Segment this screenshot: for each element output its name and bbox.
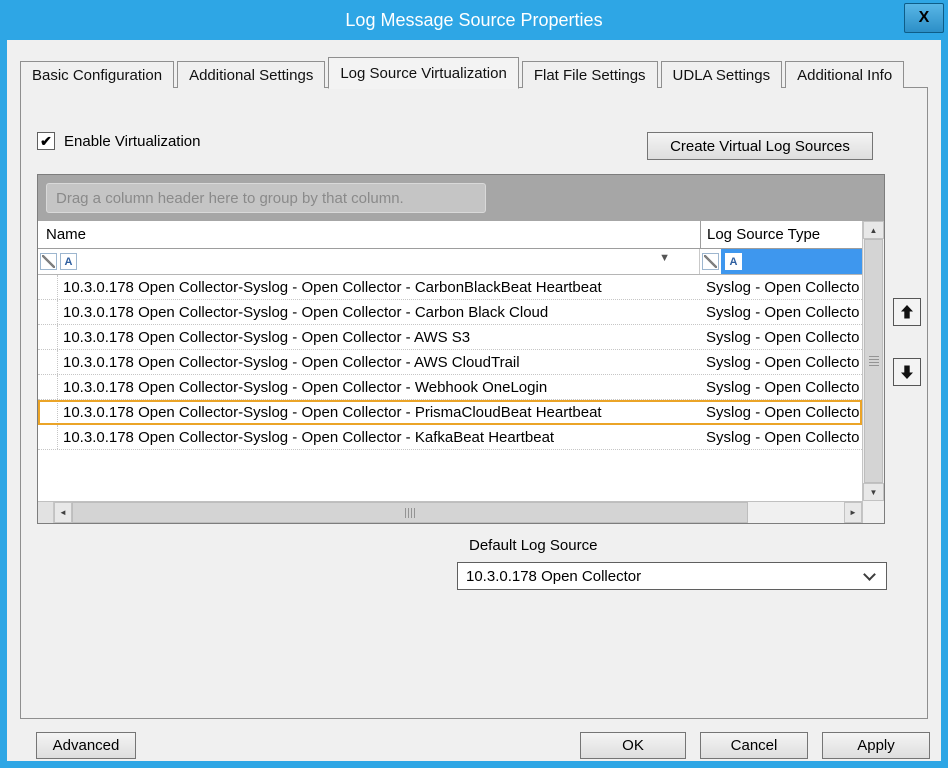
tab-udla-settings[interactable]: UDLA Settings — [661, 61, 783, 88]
horizontal-scroll-track[interactable] — [748, 502, 844, 523]
move-up-arrow-icon — [899, 304, 915, 320]
dialog-body: Basic ConfigurationAdditional SettingsLo… — [7, 40, 941, 761]
default-log-source-value: 10.3.0.178 Open Collector — [466, 568, 641, 585]
filter-edit-icon[interactable] — [40, 253, 57, 270]
horizontal-scrollbar[interactable]: ◄ ► — [38, 501, 862, 523]
filter-dropdown-icon[interactable]: ▼ — [659, 253, 670, 264]
cell-log-source-name: 10.3.0.178 Open Collector-Syslog - Open … — [58, 425, 700, 449]
type-filter-cell[interactable]: A — [700, 249, 862, 274]
tab-flat-file-settings[interactable]: Flat File Settings — [522, 61, 658, 88]
tab-basic-configuration[interactable]: Basic Configuration — [20, 61, 174, 88]
title-bar: Log Message Source Properties — [0, 0, 948, 40]
row-selector[interactable] — [38, 375, 58, 399]
tab-log-source-virtualization[interactable]: Log Source Virtualization — [328, 57, 519, 89]
cell-log-source-type: Syslog - Open Collector — [700, 350, 860, 374]
default-log-source-label: Default Log Source — [469, 537, 597, 554]
table-row[interactable]: 10.3.0.178 Open Collector-Syslog - Open … — [38, 275, 862, 300]
cell-log-source-type: Syslog - Open Collector — [700, 275, 860, 299]
apply-button[interactable]: Apply — [822, 732, 930, 759]
group-by-bar[interactable]: Drag a column header here to group by th… — [38, 175, 884, 221]
scrollbar-corner — [863, 501, 884, 523]
table-row[interactable]: 10.3.0.178 Open Collector-Syslog - Open … — [38, 300, 862, 325]
column-header-name[interactable]: Name — [38, 221, 700, 248]
window-title: Log Message Source Properties — [345, 10, 602, 31]
row-selector[interactable] — [38, 425, 58, 449]
cell-log-source-type: Syslog - Open Collector — [700, 300, 860, 324]
enable-virtualization-checkbox[interactable]: ✔ — [37, 132, 55, 150]
table-row[interactable]: 10.3.0.178 Open Collector-Syslog - Open … — [38, 375, 862, 400]
tab-strip: Basic ConfigurationAdditional SettingsLo… — [20, 56, 907, 88]
vertical-scrollbar[interactable]: ▲ ▼ — [862, 221, 884, 523]
grid-empty-area — [38, 450, 862, 501]
cell-log-source-name: 10.3.0.178 Open Collector-Syslog - Open … — [58, 400, 700, 424]
virtual-log-sources-grid: Drag a column header here to group by th… — [37, 174, 885, 524]
enable-virtualization-label: Enable Virtualization — [64, 133, 200, 150]
row-selector[interactable] — [38, 275, 58, 299]
type-filter-selected-cell[interactable]: A — [721, 249, 862, 274]
tab-additional-settings[interactable]: Additional Settings — [177, 61, 325, 88]
ok-button[interactable]: OK — [580, 732, 686, 759]
create-virtual-log-sources-button[interactable]: Create Virtual Log Sources — [647, 132, 873, 160]
group-by-hint: Drag a column header here to group by th… — [46, 183, 486, 213]
cell-log-source-type: Syslog - Open Collector — [700, 400, 860, 424]
table-row[interactable]: 10.3.0.178 Open Collector-Syslog - Open … — [38, 325, 862, 350]
scroll-thumb-grip-icon — [405, 508, 415, 518]
enable-virtualization-row: ✔ Enable Virtualization — [37, 132, 200, 150]
close-button[interactable]: X — [904, 3, 944, 33]
chevron-down-icon — [863, 568, 876, 581]
scroll-left-button[interactable]: ◄ — [54, 502, 72, 523]
grid-content: Name Log Source Type A ▼ — [38, 221, 862, 523]
vertical-scroll-thumb[interactable] — [864, 239, 883, 483]
cell-log-source-name: 10.3.0.178 Open Collector-Syslog - Open … — [58, 275, 700, 299]
cell-log-source-type: Syslog - Open Collector — [700, 425, 860, 449]
column-header-log-source-type[interactable]: Log Source Type — [700, 221, 862, 248]
scroll-up-button[interactable]: ▲ — [863, 221, 884, 239]
scrollbar-corner-box — [38, 502, 54, 523]
grid-header-row: Name Log Source Type — [38, 221, 862, 249]
cell-log-source-type: Syslog - Open Collector — [700, 325, 860, 349]
move-row-down-button[interactable] — [893, 358, 921, 386]
log-message-source-properties-dialog: Log Message Source Properties X Basic Co… — [0, 0, 948, 768]
filter-edit-icon[interactable] — [702, 253, 719, 270]
scroll-right-button[interactable]: ► — [844, 502, 862, 523]
horizontal-scroll-thumb[interactable] — [72, 502, 748, 523]
move-down-arrow-icon — [899, 364, 915, 380]
row-selector[interactable] — [38, 350, 58, 374]
scroll-down-icon: ▼ — [870, 488, 878, 497]
match-case-filter-icon[interactable]: A — [725, 253, 742, 270]
tab-additional-info[interactable]: Additional Info — [785, 61, 904, 88]
scroll-thumb-grip-icon — [869, 356, 879, 366]
table-row[interactable]: 10.3.0.178 Open Collector-Syslog - Open … — [38, 350, 862, 375]
scroll-up-icon: ▲ — [870, 226, 878, 235]
name-filter-cell[interactable]: A ▼ — [38, 249, 700, 274]
advanced-button[interactable]: Advanced — [36, 732, 136, 759]
scroll-down-button[interactable]: ▼ — [863, 483, 884, 501]
grid-filter-row: A ▼ A — [38, 249, 862, 275]
cell-log-source-name: 10.3.0.178 Open Collector-Syslog - Open … — [58, 325, 700, 349]
row-selector[interactable] — [38, 300, 58, 324]
close-icon: X — [919, 9, 930, 27]
cell-log-source-name: 10.3.0.178 Open Collector-Syslog - Open … — [58, 350, 700, 374]
log-source-virtualization-panel: ✔ Enable Virtualization Create Virtual L… — [20, 87, 928, 719]
cell-log-source-type: Syslog - Open Collector — [700, 375, 860, 399]
check-icon: ✔ — [40, 133, 52, 150]
move-row-up-button[interactable] — [893, 298, 921, 326]
cell-log-source-name: 10.3.0.178 Open Collector-Syslog - Open … — [58, 300, 700, 324]
match-case-filter-icon[interactable]: A — [60, 253, 77, 270]
cell-log-source-name: 10.3.0.178 Open Collector-Syslog - Open … — [58, 375, 700, 399]
scroll-right-icon: ► — [849, 508, 857, 517]
grid-middle: Name Log Source Type A ▼ — [38, 221, 884, 523]
default-log-source-dropdown[interactable]: 10.3.0.178 Open Collector — [457, 562, 887, 590]
grid-rows: 10.3.0.178 Open Collector-Syslog - Open … — [38, 275, 862, 450]
table-row[interactable]: 10.3.0.178 Open Collector-Syslog - Open … — [38, 425, 862, 450]
cancel-button[interactable]: Cancel — [700, 732, 808, 759]
table-row[interactable]: 10.3.0.178 Open Collector-Syslog - Open … — [38, 400, 862, 425]
row-selector[interactable] — [38, 400, 58, 424]
scroll-left-icon: ◄ — [59, 508, 67, 517]
row-selector[interactable] — [38, 325, 58, 349]
